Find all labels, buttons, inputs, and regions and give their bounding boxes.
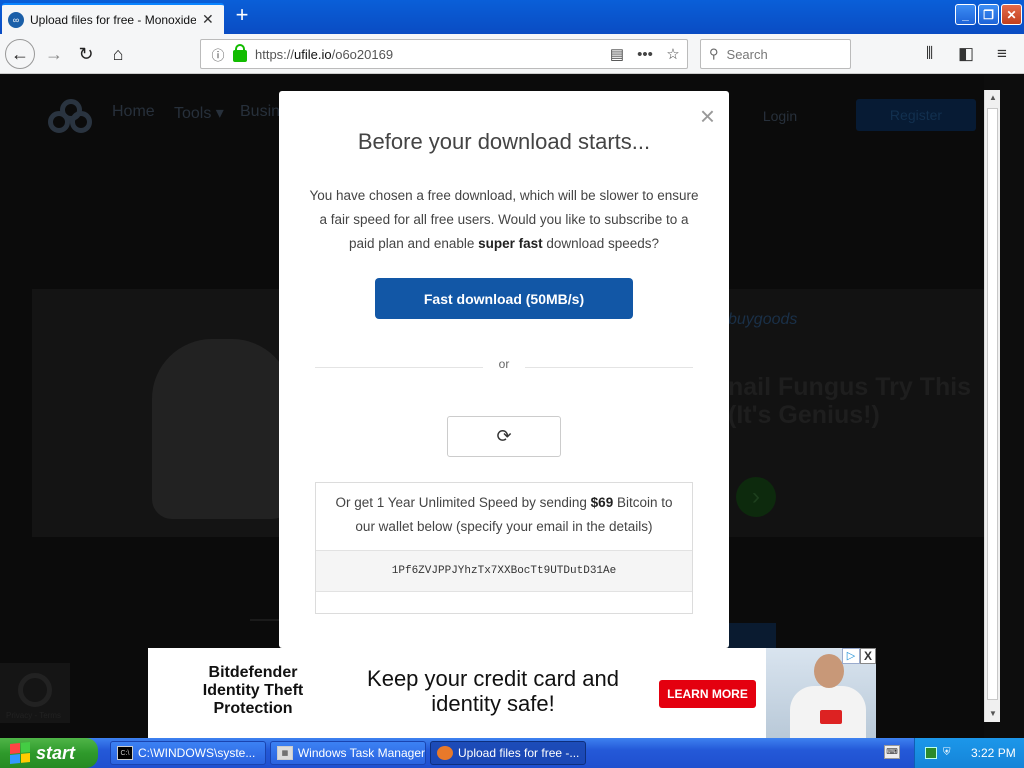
bitcoin-wallet-address[interactable]: 1Pf6ZVJPPJYhzTx7XXBocTt9UTDutD31Ae: [316, 550, 692, 592]
menu-icon[interactable]: ≡: [997, 44, 1007, 64]
reload-button[interactable]: ↻: [72, 40, 100, 68]
task-manager-icon: ▦: [277, 746, 293, 760]
nav-home[interactable]: Home: [112, 103, 155, 121]
keyboard-icon[interactable]: ⌨: [884, 745, 900, 759]
credit-card-icon: [820, 710, 842, 724]
reader-view-icon[interactable]: ▤: [603, 45, 631, 63]
start-button[interactable]: start: [0, 738, 98, 768]
modal-description: You have chosen a free download, which w…: [309, 188, 699, 251]
window-controls: _ ❐ ✕: [955, 4, 1022, 25]
tab-title: Upload files for free - Monoxidex8: [30, 12, 196, 27]
ad-headline: Keep your credit card and identity safe!: [367, 666, 619, 716]
learn-more-button[interactable]: LEARN MORE: [659, 680, 756, 708]
sidebar-icon[interactable]: ◧: [958, 44, 974, 64]
windows-flag-icon: [10, 741, 30, 765]
divider-right: [525, 367, 693, 368]
ad-close-icon[interactable]: X: [860, 648, 876, 664]
minimize-button[interactable]: _: [955, 4, 976, 25]
site-logo-icon[interactable]: [48, 99, 94, 135]
library-icon[interactable]: ⫴: [926, 44, 933, 64]
login-button[interactable]: Login: [730, 101, 830, 131]
nav-business[interactable]: Busin: [240, 103, 280, 121]
ad-headline: nail Fungus Try This (It's Genius!): [728, 373, 972, 429]
bitcoin-box: Or get 1 Year Unlimited Speed by sending…: [315, 482, 693, 614]
or-separator: or: [498, 357, 510, 371]
ad-person-head: [814, 654, 844, 688]
search-placeholder: Search: [726, 46, 768, 62]
right-ad[interactable]: buygoods nail Fungus Try This (It's Geni…: [728, 289, 984, 537]
network-icon[interactable]: [925, 747, 937, 759]
taskbar: start C:\ C:\WINDOWS\syste... ▦ Windows …: [0, 738, 1024, 768]
scroll-thumb[interactable]: [987, 108, 998, 700]
fast-download-button[interactable]: Fast download (50MB/s): [375, 278, 633, 319]
recaptcha-badge[interactable]: Privacy - Terms: [0, 663, 70, 723]
search-icon: ⚲: [709, 46, 719, 61]
bitdefender-logo: Bitdefender Identity Theft Protection: [202, 664, 304, 717]
browser-titlebar: ∞ Upload files for free - Monoxidex8 ✕ +…: [0, 0, 1024, 34]
search-bar[interactable]: ⚲ Search: [700, 39, 851, 69]
refresh-icon: ⟳: [496, 426, 512, 446]
lock-icon: [233, 44, 247, 62]
taskbar-item-firefox[interactable]: Upload files for free -...: [430, 741, 586, 765]
page-actions-icon[interactable]: •••: [631, 46, 659, 63]
taskbar-item-task-manager[interactable]: ▦ Windows Task Manager: [270, 741, 426, 765]
url-bar[interactable]: ⓘ https://ufile.io/o6o20169 ▤ ••• ☆: [200, 39, 688, 69]
nav-tools[interactable]: Tools ▾: [174, 103, 224, 123]
ufile-favicon-icon: ∞: [8, 11, 24, 28]
page-scrollbar[interactable]: ▲ ▼: [984, 90, 1000, 722]
taskbar-item-cmd[interactable]: C:\ C:\WINDOWS\syste...: [110, 741, 266, 765]
firefox-icon: [437, 746, 453, 760]
tab-close-icon[interactable]: ✕: [202, 11, 214, 28]
back-button[interactable]: ←: [5, 39, 35, 69]
security-icon[interactable]: ⛨: [943, 747, 955, 759]
download-modal: × Before your download starts... You hav…: [279, 91, 729, 648]
left-ad-image[interactable]: [32, 289, 292, 537]
divider: [250, 619, 280, 621]
ad-brand: buygoods: [728, 311, 798, 328]
free-download-refresh-button[interactable]: ⟳: [447, 416, 561, 457]
clock[interactable]: 3:22 PM: [971, 746, 1016, 760]
start-label: start: [36, 742, 76, 763]
browser-navbar: ← → ↻ ⌂ ⓘ https://ufile.io/o6o20169 ▤ ••…: [0, 34, 1024, 74]
bitdefender-banner-ad[interactable]: Bitdefender Identity Theft Protection Ke…: [148, 648, 876, 738]
restore-button[interactable]: ❐: [978, 4, 999, 25]
site-info-icon[interactable]: ⓘ: [207, 45, 229, 64]
bookmark-star-icon[interactable]: ☆: [659, 45, 687, 63]
modal-title: Before your download starts...: [357, 129, 651, 154]
ad-bowl-image: [152, 339, 292, 519]
ad-choices-icon[interactable]: ▷: [842, 648, 860, 664]
cmd-icon: C:\: [117, 746, 133, 760]
new-tab-button[interactable]: +: [230, 4, 254, 28]
recaptcha-links[interactable]: Privacy - Terms: [6, 711, 61, 720]
scroll-down-icon[interactable]: ▼: [985, 706, 1001, 722]
browser-tab[interactable]: ∞ Upload files for free - Monoxidex8 ✕: [2, 3, 224, 34]
system-tray: ⛨ 3:22 PM: [914, 738, 1024, 768]
forward-button[interactable]: →: [40, 40, 68, 68]
url-text[interactable]: https://ufile.io/o6o20169: [255, 47, 603, 62]
home-button[interactable]: ⌂: [104, 40, 132, 68]
bitcoin-offer-text: Or get 1 Year Unlimited Speed by sending…: [335, 495, 673, 534]
close-window-button[interactable]: ✕: [1001, 4, 1022, 25]
scroll-up-icon[interactable]: ▲: [985, 90, 1001, 106]
recaptcha-icon: [18, 673, 52, 707]
ad-arrow-icon[interactable]: ›: [736, 477, 776, 517]
modal-close-icon[interactable]: ×: [700, 101, 715, 132]
register-button[interactable]: Register: [856, 99, 976, 131]
